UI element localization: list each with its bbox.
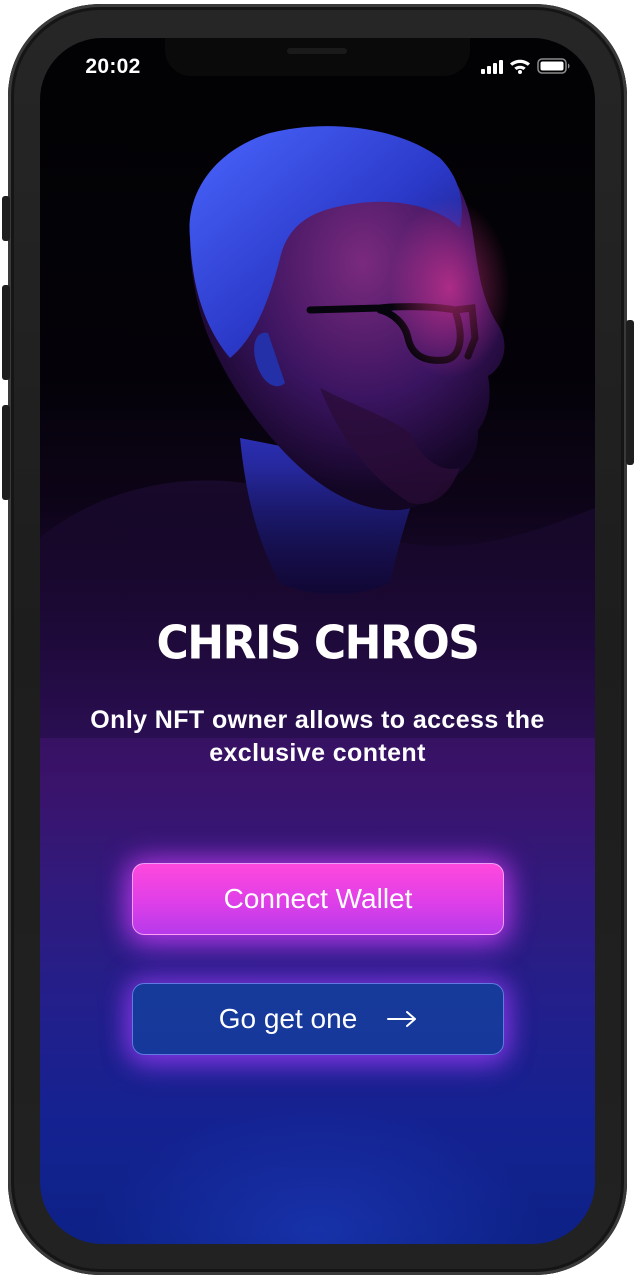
connect-wallet-label: Connect Wallet <box>223 883 413 914</box>
phone-mockup: 20:02 CHRIS CHROS Only NFT owner allows … <box>0 0 635 1279</box>
notch <box>165 38 470 76</box>
volume-down-button <box>2 405 10 500</box>
page-subtitle: Only NFT owner allows to access the excl… <box>90 706 545 767</box>
status-time: 20:02 <box>85 55 141 78</box>
page-title: CHRIS CHROS <box>156 616 480 671</box>
app-screen: 20:02 CHRIS CHROS Only NFT owner allows … <box>40 38 595 1244</box>
volume-up-button <box>2 285 10 380</box>
battery-icon <box>537 58 571 78</box>
go-get-one-button[interactable]: Go get one <box>132 983 504 1055</box>
arrow-right-icon <box>387 1010 417 1028</box>
status-icons <box>481 58 571 78</box>
go-get-one-label: Go get one <box>218 1003 358 1034</box>
mute-switch <box>2 196 10 241</box>
signal-icon <box>481 59 503 78</box>
wifi-icon <box>509 58 531 78</box>
connect-wallet-button[interactable]: Connect Wallet <box>132 863 504 935</box>
power-button <box>626 320 634 465</box>
